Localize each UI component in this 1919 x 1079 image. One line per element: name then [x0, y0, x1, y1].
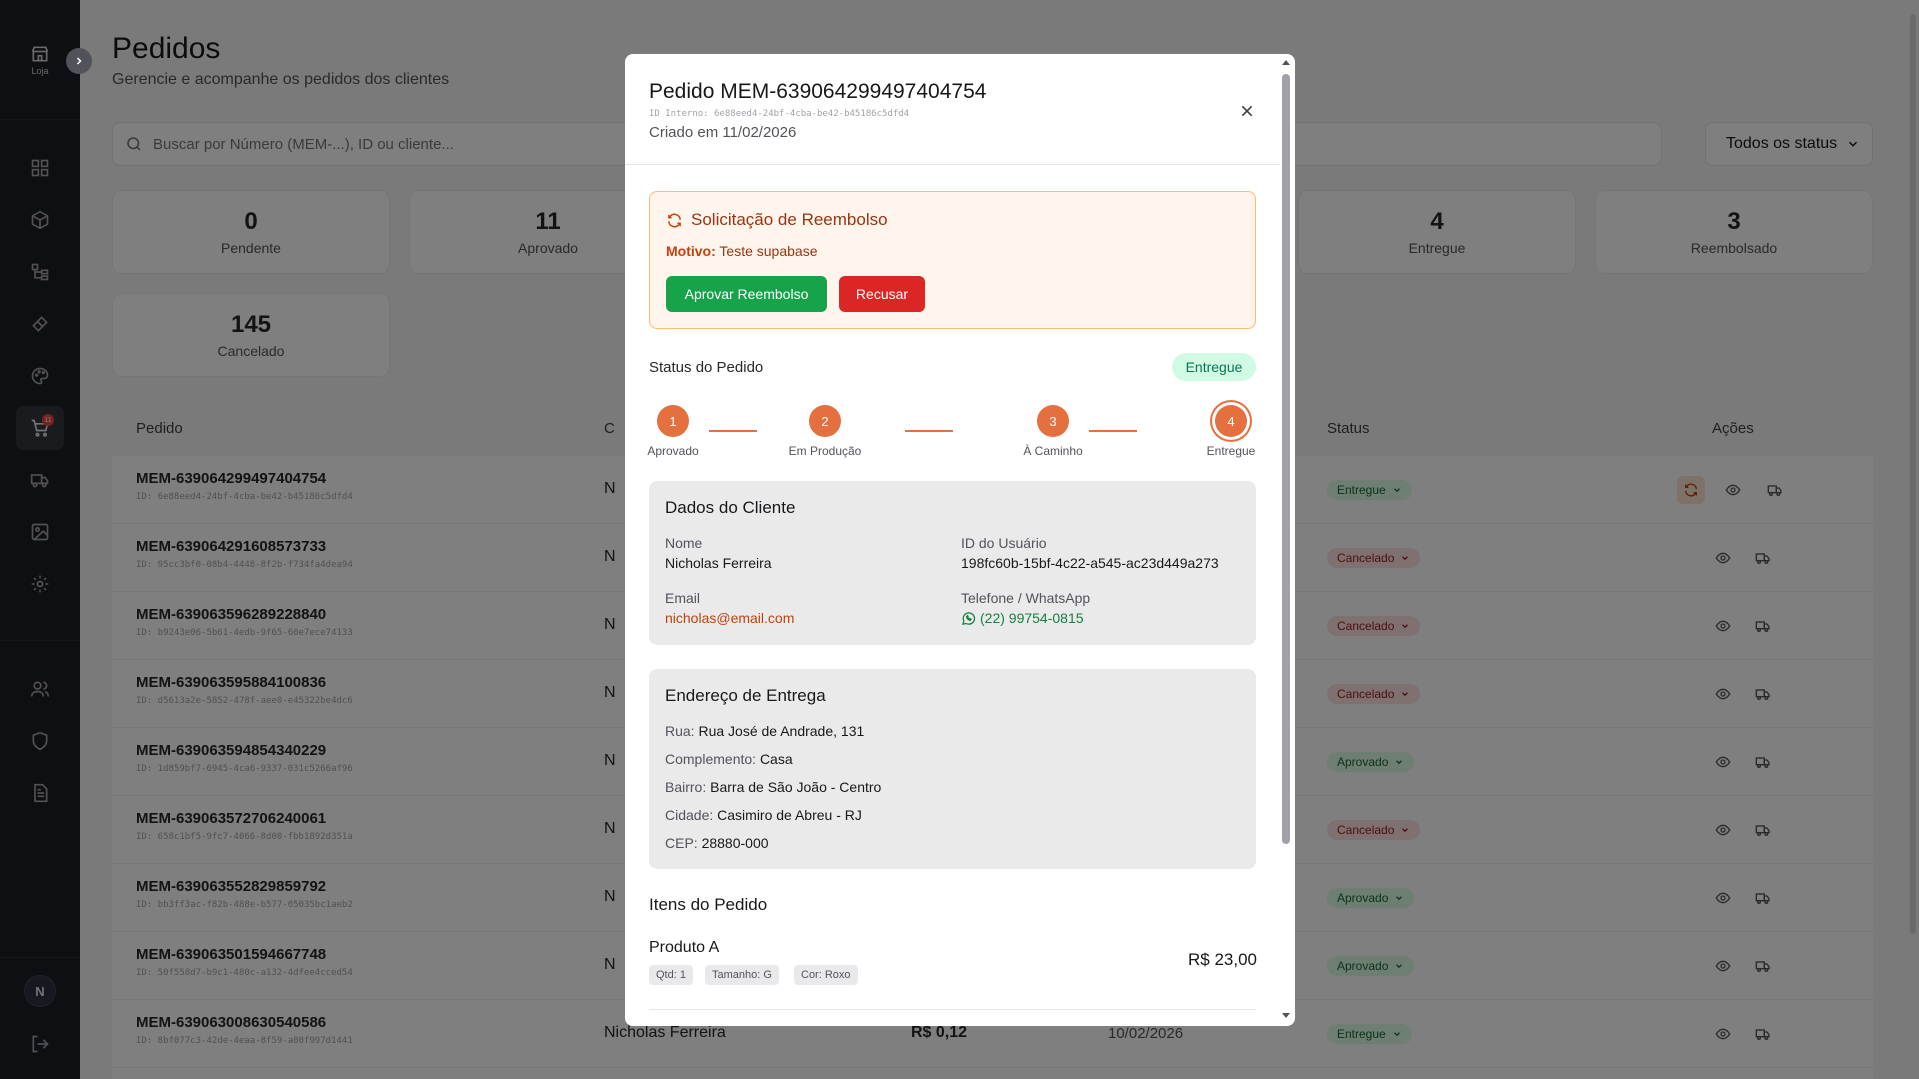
step-production: 2 Em Produção [789, 405, 861, 458]
street-value: Rua José de Andrade, 131 [698, 723, 865, 739]
close-icon [1241, 105, 1253, 117]
address-zip: CEP: 28880-000 [665, 835, 769, 851]
step-connector [1089, 430, 1137, 432]
step-number: 2 [809, 405, 841, 437]
phone-label: Telefone / WhatsApp [961, 590, 1091, 606]
step-delivered: 4 Entregue [1205, 405, 1257, 458]
created-date: Criado em 11/02/2026 [649, 124, 797, 141]
product-price: R$ 23,00 [1188, 950, 1257, 969]
client-name: Nicholas Ferreira [665, 555, 772, 571]
email-link[interactable]: nicholas@email.com [665, 610, 794, 626]
name-label: Nome [665, 535, 703, 551]
step-label: Entregue [1206, 444, 1256, 458]
page-scroll-thumb[interactable] [1910, 14, 1916, 934]
order-status-label: Status do Pedido [649, 359, 764, 376]
zip-label: CEP: [665, 835, 698, 851]
scroll-down-icon [1282, 1013, 1290, 1018]
product-qty-tag: Qtd: 1 [649, 965, 693, 985]
address-card-title: Endereço de Entrega [665, 686, 826, 705]
refund-reason: Motivo: Teste supabase [666, 243, 817, 259]
refund-reason-label: Motivo: [666, 243, 716, 259]
address-complement: Complemento: Casa [665, 751, 793, 767]
address-card: Endereço de Entrega Rua: Rua José de And… [649, 669, 1256, 869]
address-street: Rua: Rua José de Andrade, 131 [665, 723, 864, 739]
zip-value: 28880-000 [701, 835, 769, 851]
modal-title: Pedido MEM-639064299497404754 [649, 80, 987, 103]
refresh-icon [668, 213, 681, 227]
product-divider [649, 1009, 1256, 1010]
street-label: Rua: [665, 723, 695, 739]
approve-refund-button[interactable]: Aprovar Reembolso [666, 276, 827, 312]
step-number: 4 [1215, 405, 1247, 437]
email-label: Email [665, 590, 701, 606]
step-number: 3 [1037, 405, 1069, 437]
step-label: Em Produção [788, 444, 862, 458]
refuse-refund-button[interactable]: Recusar [839, 276, 925, 312]
address-district: Bairro: Barra de São João - Centro [665, 779, 881, 795]
refund-title: Solicitação de Reembolso [666, 210, 888, 230]
step-number: 1 [657, 405, 689, 437]
product-size-tag: Tamanho: G [705, 965, 779, 985]
city-label: Cidade: [665, 807, 714, 823]
user-id-label: ID do Usuário [961, 535, 1047, 551]
user-id: 198fc60b-15bf-4c22-a545-ac23d449a273 [961, 555, 1219, 571]
page-scrollbar[interactable] [1907, 0, 1919, 1079]
city-value: Casimiro de Abreu - RJ [717, 807, 862, 823]
refund-title-text: Solicitação de Reembolso [691, 210, 888, 229]
close-button[interactable] [1235, 99, 1259, 123]
client-data-card: Dados do Cliente Nome Nicholas Ferreira … [649, 481, 1256, 645]
step-label: Aprovado [647, 444, 699, 458]
modal-scrollbar[interactable] [1279, 56, 1293, 1024]
phone-number: (22) 99754-0815 [980, 610, 1084, 626]
district-label: Bairro: [665, 779, 707, 795]
refund-request-panel: Solicitação de Reembolso Motivo: Teste s… [649, 191, 1256, 329]
chevron-right-icon [76, 57, 82, 65]
whatsapp-icon [961, 611, 976, 625]
whatsapp-link[interactable]: (22) 99754-0815 [961, 610, 1084, 626]
modal-divider [625, 164, 1280, 165]
items-title: Itens do Pedido [649, 895, 768, 914]
step-connector [905, 430, 953, 432]
order-detail-modal: Pedido MEM-639064299497404754 ID Interno… [625, 54, 1295, 1026]
sidebar-toggle-button[interactable] [66, 48, 92, 74]
internal-id: ID Interno: 6e88eed4-24bf-4cba-be42-b451… [649, 109, 910, 119]
district-value: Barra de São João - Centro [710, 779, 882, 795]
step-connector [709, 430, 757, 432]
address-city: Cidade: Casimiro de Abreu - RJ [665, 807, 862, 823]
step-approved: 1 Aprovado [647, 405, 699, 458]
complement-label: Complemento: [665, 751, 757, 767]
scroll-up-icon [1282, 60, 1290, 65]
step-label: À Caminho [1023, 444, 1083, 458]
product-color-tag: Cor: Roxo [794, 965, 858, 985]
status-badge: Entregue [1172, 353, 1256, 381]
refund-reason-text: Teste supabase [719, 243, 818, 259]
modal-scroll-thumb[interactable] [1282, 74, 1290, 844]
product-name: Produto A [649, 939, 720, 956]
client-card-title: Dados do Cliente [665, 498, 796, 517]
complement-value: Casa [759, 751, 793, 767]
step-shipping: 3 À Caminho [1021, 405, 1085, 458]
